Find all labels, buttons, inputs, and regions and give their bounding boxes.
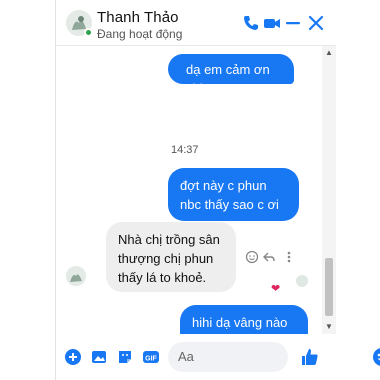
photo-icon[interactable] [90,348,108,366]
contact-avatar-small [66,266,86,286]
scroll-up-icon[interactable]: ▲ [325,48,333,57]
phone-icon[interactable] [242,14,260,32]
smile-icon[interactable] [245,250,259,264]
heart-reaction-icon: ❤ [271,283,281,295]
more-icon[interactable] [282,250,296,264]
contact-name[interactable]: Thanh Thảo [97,9,179,26]
sticker-icon[interactable] [116,348,134,366]
emoji-icon[interactable] [372,347,380,367]
plus-icon[interactable] [64,348,82,366]
gif-icon[interactable]: GIF [142,348,160,366]
contact-status: Đang hoạt động [97,27,183,41]
online-indicator [84,28,93,37]
message-incoming: Nhà chị trồng sân thượng chị phun thấy l… [106,222,236,292]
minimize-icon[interactable] [284,14,302,32]
scroll-thumb[interactable] [325,258,333,316]
message-list[interactable]: dạ em cảm ơn chị ạ 14:37 đợt này c phun … [56,46,322,380]
chat-window: Thanh Thảo Đang hoạt động dạ em cảm ơn c… [55,0,380,380]
screen: Thanh Thảo Đang hoạt động dạ em cảm ơn c… [0,0,380,380]
message-outgoing: đợt này c phun nbc thấy sao c ơi [168,168,299,221]
like-icon[interactable] [300,347,320,367]
scroll-down-icon[interactable]: ▼ [325,322,333,331]
reply-icon[interactable] [262,250,276,264]
message-timestamp: 14:37 [171,144,199,156]
composer-bar: GIF Aa [56,334,380,380]
svg-text:GIF: GIF [145,356,157,363]
close-icon[interactable] [307,14,325,32]
message-outgoing: dạ em cảm ơn chị ạ [168,54,294,96]
video-icon[interactable] [263,14,281,32]
chat-header: Thanh Thảo Đang hoạt động [56,0,336,46]
message-input[interactable]: Aa [168,342,380,372]
scrollbar[interactable]: ▲ ▼ [322,46,336,334]
message-input-placeholder: Aa [178,349,194,364]
seen-avatar [296,275,308,287]
